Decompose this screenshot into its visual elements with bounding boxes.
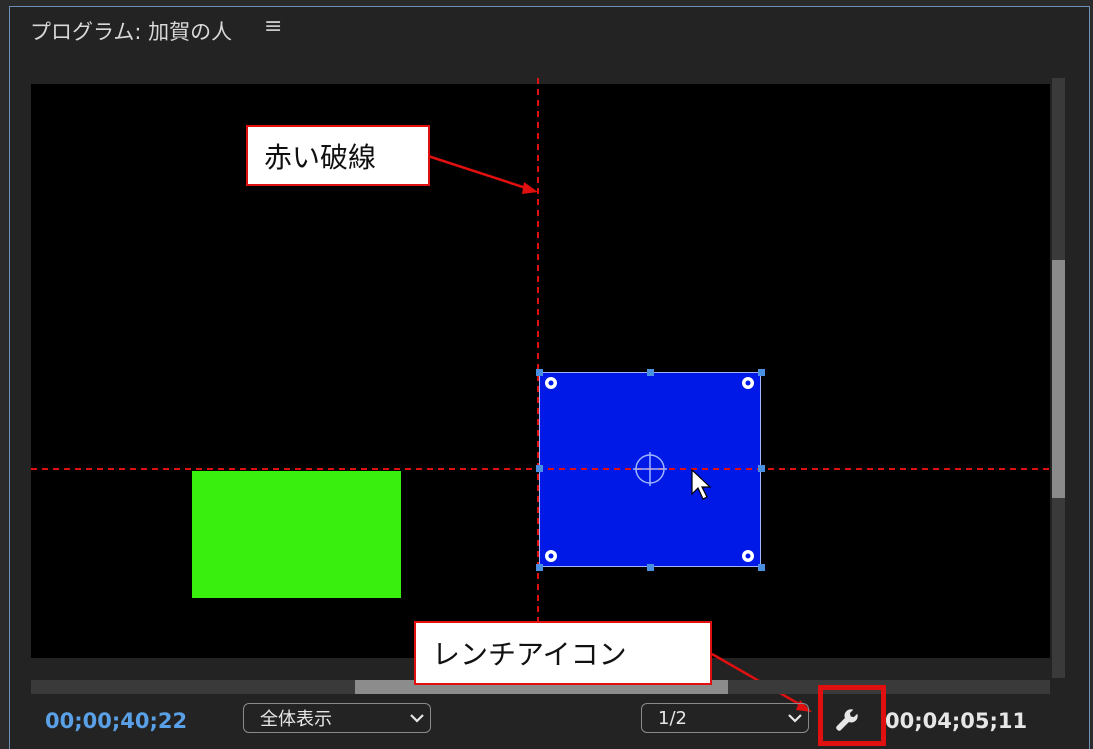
zoom-level-label: 全体表示 (260, 709, 332, 730)
duration-timecode: 00;04;05;11 (885, 709, 1028, 733)
dashed-line-callout-arrow (427, 154, 533, 192)
current-timecode[interactable]: 00;00;40;22 (45, 709, 187, 733)
anchor-point-icon (633, 452, 667, 486)
chevron-down-icon (782, 713, 808, 723)
resolution-label: 1/2 (658, 707, 687, 729)
dashed-line-callout: 赤い破線 (246, 125, 430, 186)
chevron-down-icon (404, 713, 430, 723)
zoom-level-dropdown[interactable]: 全体表示 (243, 703, 431, 733)
wrench-callout: レンチアイコン (414, 621, 712, 685)
playback-resolution-dropdown[interactable]: 1/2 (641, 703, 809, 733)
wrench-highlight-box (818, 685, 886, 746)
mouse-cursor-icon (691, 468, 712, 500)
vertical-scrollbar-thumb[interactable] (1052, 260, 1065, 498)
